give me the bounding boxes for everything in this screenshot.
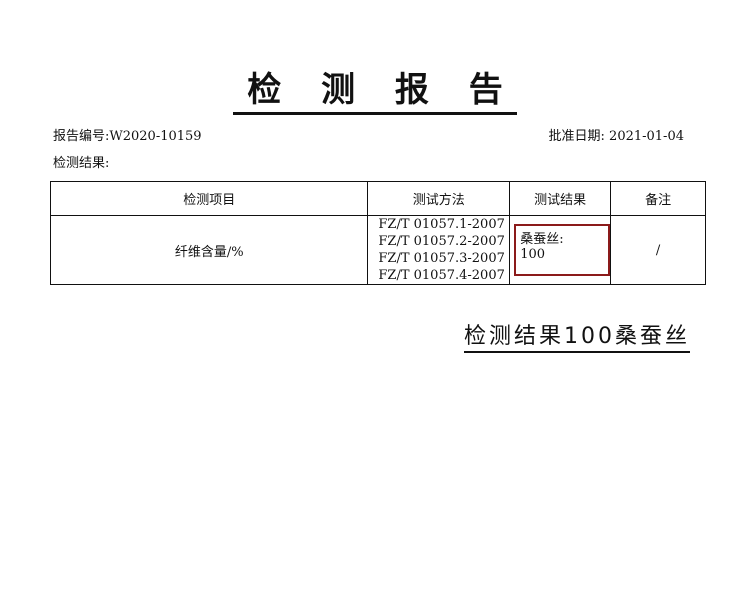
result-highlight-box: 桑蚕丝: 100: [514, 224, 611, 276]
approval-date: 批准日期: 2021-01-04: [548, 129, 684, 144]
method-line: FZ/T 01057.4-2007: [378, 268, 505, 283]
method-line: FZ/T 01057.2-2007: [378, 234, 505, 249]
results-table: 检测项目 测试方法 测试结果 备注 纤维含量/% FZ/T 01057.1-20…: [49, 181, 706, 285]
header-test-result: 测试结果: [509, 181, 612, 216]
cell-test-result: 桑蚕丝: 100: [509, 215, 612, 285]
cell-test-methods: FZ/T 01057.1-2007 FZ/T 01057.2-2007 FZ/T…: [367, 215, 511, 285]
method-line: FZ/T 01057.3-2007: [378, 251, 505, 266]
results-label: 检测结果:: [53, 156, 110, 171]
header-test-method: 测试方法: [367, 181, 511, 216]
method-line: FZ/T 01057.1-2007: [378, 217, 505, 232]
header-test-item: 检测项目: [49, 181, 369, 216]
report-title: 检 测 报 告: [0, 62, 750, 115]
cell-test-item: 纤维含量/%: [49, 215, 369, 285]
report-number: 报告编号:W2020-10159: [53, 129, 202, 144]
cell-remark: /: [610, 215, 706, 285]
table-row: 纤维含量/% FZ/T 01057.1-2007 FZ/T 01057.2-20…: [49, 215, 706, 285]
header-remark: 备注: [610, 181, 706, 216]
result-annotation: 检测结果100桑蚕丝: [464, 318, 690, 353]
table-header-row: 检测项目 测试方法 测试结果 备注: [49, 181, 706, 216]
